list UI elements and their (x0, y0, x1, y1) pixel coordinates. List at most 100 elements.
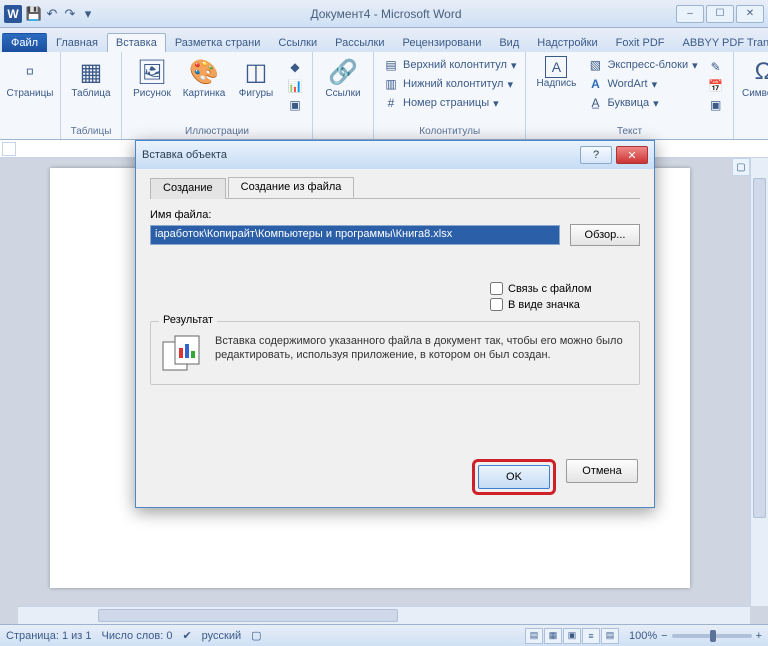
dropcap-button[interactable]: A̲Буквица ▾ (584, 94, 700, 112)
ruler-toggle[interactable]: ▢ (732, 158, 750, 176)
pages-button[interactable]: ▫Страницы (6, 54, 54, 101)
tab-foxit[interactable]: Foxit PDF (607, 33, 674, 52)
ribbon: ▫Страницы ▦Таблица Таблицы 🖼Рисунок 🎨Кар… (0, 52, 768, 140)
tab-home[interactable]: Главная (47, 33, 107, 52)
shapes-icon: ◫ (240, 56, 272, 88)
view-print-layout[interactable]: ▤ (525, 628, 543, 644)
view-fullscreen[interactable]: ▦ (544, 628, 562, 644)
zoom-out-button[interactable]: − (661, 630, 667, 642)
wordart-button[interactable]: AWordArt ▾ (584, 75, 700, 93)
screenshot-button[interactable]: ▣ (284, 96, 306, 114)
group-label-illustrations: Иллюстрации (128, 124, 306, 139)
shapes-button[interactable]: ◫Фигуры (232, 54, 280, 101)
tab-review[interactable]: Рецензировани (394, 33, 491, 52)
wordart-icon: A (587, 76, 603, 92)
as-icon-input[interactable] (490, 298, 503, 311)
dialog-tab-create[interactable]: Создание (150, 178, 226, 199)
pagenum-button[interactable]: #Номер страницы ▾ (380, 94, 519, 112)
dialog-titlebar[interactable]: Вставка объекта ? ✕ (136, 141, 654, 169)
date-button[interactable]: 📅 (705, 77, 727, 95)
quickparts-icon: ▧ (587, 57, 603, 73)
save-icon[interactable]: 💾 (26, 6, 42, 22)
minimize-button[interactable]: – (676, 5, 704, 23)
tab-references[interactable]: Ссылки (269, 33, 326, 52)
smartart-button[interactable]: ◆ (284, 58, 306, 76)
horizontal-scrollbar[interactable] (18, 606, 750, 624)
link-file-label: Связь с файлом (508, 283, 592, 295)
filename-label: Имя файла: (150, 209, 640, 221)
cancel-button[interactable]: Отмена (566, 459, 638, 483)
dropcap-icon: A̲ (587, 95, 603, 111)
as-icon-label: В виде значка (508, 299, 580, 311)
tab-abbyy[interactable]: ABBYY PDF Trans (674, 33, 768, 52)
tab-layout[interactable]: Разметка страни (166, 33, 270, 52)
scrollbar-thumb[interactable] (98, 609, 398, 622)
smartart-icon: ◆ (287, 59, 303, 75)
result-legend: Результат (159, 314, 217, 326)
zoom-in-button[interactable]: + (756, 630, 762, 642)
statusbar: Страница: 1 из 1 Число слов: 0 ✔ русский… (0, 624, 768, 646)
omega-icon: Ω (748, 56, 768, 88)
spell-check-icon[interactable]: ✔ (182, 629, 191, 642)
sig-button[interactable]: ✎ (705, 58, 727, 76)
dialog-tabs: Создание Создание из файла (150, 177, 640, 199)
dialog-help-button[interactable]: ? (580, 146, 612, 164)
quickparts-button[interactable]: ▧Экспресс-блоки ▾ (584, 56, 700, 74)
object-icon: ▣ (708, 97, 724, 113)
as-icon-checkbox[interactable]: В виде значка (490, 298, 640, 311)
group-label-tables: Таблицы (67, 124, 115, 139)
tab-selector[interactable] (2, 142, 16, 156)
zoom-value[interactable]: 100% (629, 630, 657, 642)
result-groupbox: Результат Вставка содержимого указанного… (150, 321, 640, 385)
view-buttons: ▤ ▦ ▣ ≡ ▤ (525, 628, 619, 644)
qat-icon[interactable]: ▾ (80, 6, 96, 22)
redo-icon[interactable]: ↷ (62, 6, 78, 22)
close-button[interactable]: ✕ (736, 5, 764, 23)
textbox-icon: A (545, 56, 567, 78)
clipart-button[interactable]: 🎨Картинка (180, 54, 228, 101)
result-text: Вставка содержимого указанного файла в д… (215, 334, 629, 374)
textbox-button[interactable]: AНадпись (532, 54, 580, 91)
header-button[interactable]: ▤Верхний колонтитул ▾ (380, 56, 519, 74)
footer-button[interactable]: ▥Нижний колонтитул ▾ (380, 75, 519, 93)
link-file-checkbox[interactable]: Связь с файлом (490, 282, 640, 295)
status-words[interactable]: Число слов: 0 (102, 630, 173, 642)
tab-mailings[interactable]: Рассылки (326, 33, 393, 52)
table-button[interactable]: ▦Таблица (67, 54, 115, 101)
tab-addins[interactable]: Надстройки (528, 33, 606, 52)
links-button[interactable]: 🔗Ссылки (319, 54, 367, 101)
link-file-input[interactable] (490, 282, 503, 295)
status-language[interactable]: русский (202, 630, 241, 642)
picture-icon: 🖼 (136, 56, 168, 88)
ok-button[interactable]: OK (478, 465, 550, 489)
ribbon-tabs: Файл Главная Вставка Разметка страни Ссы… (0, 28, 768, 52)
dialog-tab-fromfile[interactable]: Создание из файла (228, 177, 355, 198)
view-draft[interactable]: ▤ (601, 628, 619, 644)
zoom-control: 100% − + (629, 630, 762, 642)
symbols-button[interactable]: ΩСимволы (740, 54, 768, 101)
view-outline[interactable]: ≡ (582, 628, 600, 644)
insert-mode-icon[interactable]: ▢ (251, 629, 261, 642)
zoom-slider-knob[interactable] (710, 630, 716, 642)
link-icon: 🔗 (327, 56, 359, 88)
browse-button[interactable]: Обзор... (570, 224, 640, 246)
picture-button[interactable]: 🖼Рисунок (128, 54, 176, 101)
object-button[interactable]: ▣ (705, 96, 727, 114)
scrollbar-thumb[interactable] (753, 178, 766, 518)
tab-file[interactable]: Файл (2, 33, 47, 52)
filename-input[interactable]: іаработок\Копирайт\Компьютеры и программ… (150, 225, 560, 245)
undo-icon[interactable]: ↶ (44, 6, 60, 22)
view-web[interactable]: ▣ (563, 628, 581, 644)
maximize-button[interactable]: ☐ (706, 5, 734, 23)
screenshot-icon: ▣ (287, 97, 303, 113)
zoom-slider[interactable] (672, 634, 752, 638)
table-icon: ▦ (75, 56, 107, 88)
vertical-scrollbar[interactable] (750, 158, 768, 606)
tab-insert[interactable]: Вставка (107, 33, 166, 52)
status-page[interactable]: Страница: 1 из 1 (6, 630, 92, 642)
group-label-links (319, 124, 367, 139)
tab-view[interactable]: Вид (490, 33, 528, 52)
chart-button[interactable]: 📊 (284, 77, 306, 95)
group-label-headerfooter: Колонтитулы (380, 124, 519, 139)
dialog-close-button[interactable]: ✕ (616, 146, 648, 164)
